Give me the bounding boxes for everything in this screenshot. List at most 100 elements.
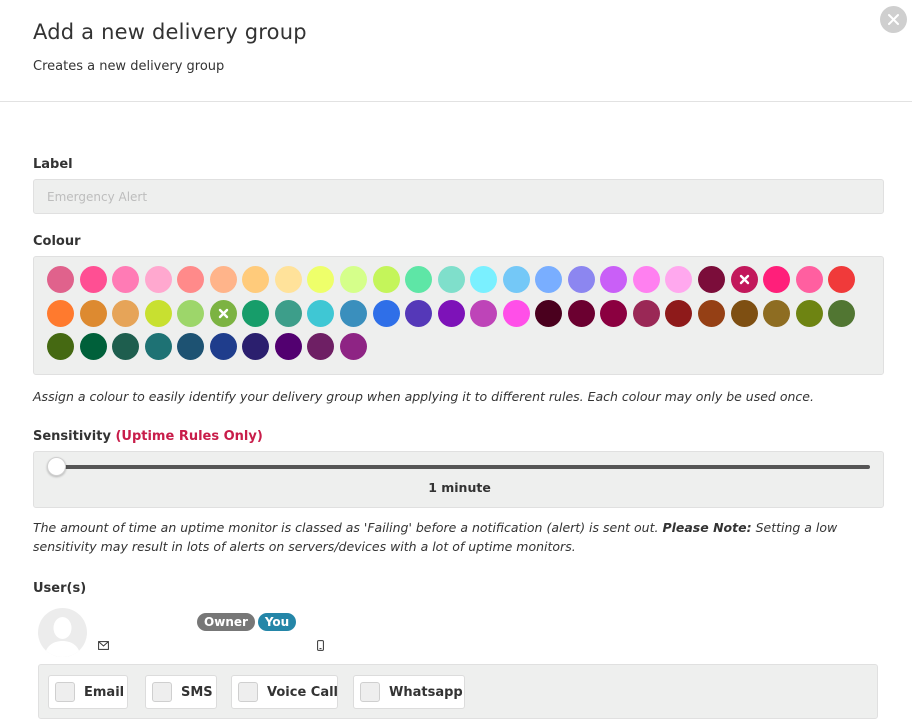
colour-swatch[interactable] (112, 299, 140, 327)
colour-swatch[interactable] (307, 266, 335, 293)
colour-swatch[interactable] (177, 333, 205, 360)
colour-swatch[interactable] (144, 299, 172, 327)
colour-swatch[interactable] (47, 333, 74, 360)
colour-swatch[interactable] (307, 299, 335, 327)
colour-swatch[interactable] (665, 266, 693, 293)
avatar-placeholder-icon (44, 617, 81, 657)
colour-swatch[interactable] (242, 333, 270, 360)
colour-field-label: Colour (33, 234, 81, 249)
colour-swatch[interactable] (274, 299, 302, 327)
checkbox[interactable] (238, 682, 258, 702)
colour-swatch[interactable] (535, 266, 563, 293)
colour-swatch[interactable] (209, 266, 237, 293)
modal-title: Add a new delivery group (33, 20, 307, 44)
modal-header: Add a new delivery group Creates a new d… (0, 0, 912, 102)
colour-swatch[interactable] (274, 333, 302, 360)
sensitivity-help-main: The amount of time an uptime monitor is … (33, 520, 659, 535)
sensitivity-help-text: The amount of time an uptime monitor is … (33, 518, 853, 556)
colour-swatch[interactable] (79, 333, 107, 360)
sensitivity-slider-handle[interactable] (47, 457, 66, 476)
colour-swatch[interactable] (730, 299, 758, 327)
checkbox[interactable] (360, 682, 380, 702)
colour-swatch[interactable] (339, 299, 367, 327)
channel-voice-call-checkbox[interactable]: Voice Call (231, 675, 338, 709)
colour-swatch[interactable] (730, 266, 758, 293)
colour-swatch[interactable] (632, 299, 660, 327)
colour-swatch[interactable] (567, 299, 595, 327)
colour-swatch[interactable] (405, 299, 433, 327)
colour-swatch[interactable] (144, 333, 172, 360)
colour-swatch[interactable] (405, 266, 433, 293)
colour-swatch[interactable] (79, 266, 107, 293)
colour-swatch[interactable] (144, 266, 172, 293)
colour-swatch[interactable] (209, 333, 237, 360)
colour-swatch[interactable] (177, 266, 205, 293)
colour-swatch[interactable] (112, 333, 140, 360)
colour-swatch[interactable] (339, 266, 367, 293)
colour-swatch[interactable] (242, 266, 270, 293)
colour-help-text: Assign a colour to easily identify your … (33, 389, 814, 404)
sensitivity-slider-track[interactable] (56, 465, 870, 469)
colour-swatch[interactable] (372, 299, 400, 327)
colour-swatch[interactable] (177, 299, 205, 327)
close-icon (888, 14, 899, 25)
colour-swatch[interactable] (795, 266, 823, 293)
colour-swatch[interactable] (502, 266, 530, 293)
colour-swatch[interactable] (47, 266, 74, 293)
colour-swatch[interactable] (828, 266, 856, 293)
notification-channels: Email SMS Voice Call Whatsapp (38, 664, 878, 719)
envelope-icon (98, 641, 109, 650)
channel-email-checkbox[interactable]: Email (48, 675, 128, 709)
you-badge: You (258, 613, 296, 631)
sensitivity-slider-panel: 1 minute (33, 451, 884, 508)
colour-swatch[interactable] (828, 299, 856, 327)
colour-swatch[interactable] (47, 299, 74, 327)
colour-swatch[interactable] (535, 299, 563, 327)
colour-swatch[interactable] (242, 299, 270, 327)
colour-swatch[interactable] (437, 266, 465, 293)
colour-swatch[interactable] (470, 266, 498, 293)
colour-swatch[interactable] (600, 266, 628, 293)
sensitivity-label-accent: (Uptime Rules Only) (115, 429, 263, 444)
colour-swatch[interactable] (632, 266, 660, 293)
close-button[interactable] (880, 6, 907, 33)
checkbox[interactable] (152, 682, 172, 702)
owner-badge: Owner (197, 613, 255, 631)
channel-label: Voice Call (267, 684, 339, 700)
colour-swatch[interactable] (567, 266, 595, 293)
colour-swatch[interactable] (600, 299, 628, 327)
colour-picker (33, 256, 884, 375)
colour-swatch[interactable] (698, 266, 725, 293)
colour-swatch[interactable] (665, 299, 693, 327)
channel-whatsapp-checkbox[interactable]: Whatsapp (353, 675, 465, 709)
channel-label: Whatsapp (389, 684, 463, 700)
colour-swatch[interactable] (112, 266, 140, 293)
colour-swatch[interactable] (372, 266, 400, 293)
selected-x-icon (218, 308, 228, 318)
colour-swatch[interactable] (470, 299, 498, 327)
colour-swatch[interactable] (795, 299, 823, 327)
colour-swatch[interactable] (763, 299, 791, 327)
channel-label: SMS (181, 684, 213, 700)
colour-swatch[interactable] (339, 333, 367, 360)
mobile-phone-icon (317, 640, 324, 651)
colour-swatch[interactable] (209, 299, 237, 327)
label-field-label: Label (33, 157, 73, 172)
sensitivity-label-text: Sensitivity (33, 429, 111, 444)
colour-swatch[interactable] (274, 266, 302, 293)
user-avatar (38, 608, 87, 657)
colour-swatch[interactable] (502, 299, 530, 327)
colour-swatch[interactable] (763, 266, 791, 293)
channel-label: Email (84, 684, 125, 700)
colour-swatch[interactable] (698, 299, 725, 327)
label-input[interactable] (33, 179, 884, 214)
channel-sms-checkbox[interactable]: SMS (145, 675, 217, 709)
modal-subtitle: Creates a new delivery group (33, 59, 225, 74)
sensitivity-value: 1 minute (428, 480, 491, 495)
selected-x-icon (739, 274, 749, 285)
colour-swatch[interactable] (437, 299, 465, 327)
colour-swatch[interactable] (307, 333, 335, 360)
checkbox[interactable] (55, 682, 75, 702)
colour-swatch[interactable] (79, 299, 107, 327)
users-field-label: User(s) (33, 581, 87, 596)
